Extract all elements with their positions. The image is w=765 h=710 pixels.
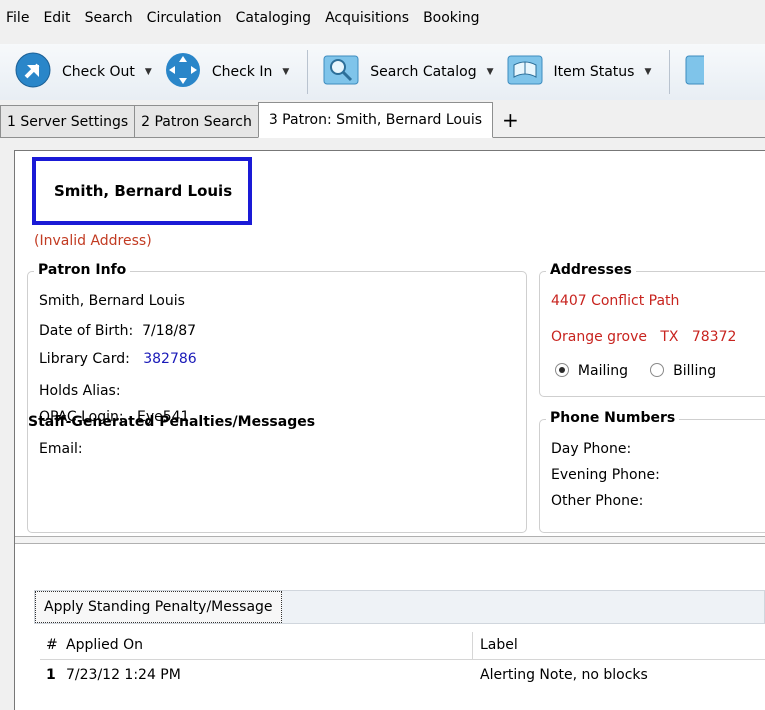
chevron-down-icon[interactable]: ▼ <box>282 67 289 77</box>
search-catalog-button[interactable]: Search Catalog ▼ <box>322 53 494 91</box>
tab-patron[interactable]: 3 Patron: Smith, Bernard Louis <box>257 102 493 138</box>
patron-info-group: Patron Info <box>27 262 527 533</box>
email-label: Email: <box>39 441 83 457</box>
patron-display-name: Smith, Bernard Louis <box>54 182 233 200</box>
penalties-grid-header: # Applied On Label <box>40 632 765 660</box>
item-status-button[interactable]: Item Status ▼ <box>506 53 651 91</box>
other-phone-label: Other Phone: <box>551 493 644 509</box>
toolbar-separator <box>307 50 309 94</box>
menu-edit[interactable]: Edit <box>43 10 70 26</box>
search-catalog-label: Search Catalog <box>370 64 477 80</box>
check-out-icon <box>14 51 52 93</box>
billing-label: Billing <box>673 363 717 379</box>
item-status-label: Item Status <box>553 64 635 80</box>
item-status-icon <box>506 53 544 91</box>
patron-full-name: Smith, Bernard Louis <box>39 293 185 309</box>
apply-penalty-button[interactable]: Apply Standing Penalty/Message <box>35 591 282 623</box>
row-label: Alerting Note, no blocks <box>480 667 648 683</box>
col-num-header[interactable]: # <box>46 637 58 653</box>
chevron-down-icon[interactable]: ▼ <box>145 67 152 77</box>
dob-row: Date of Birth: 7/18/87 <box>39 323 196 339</box>
chevron-down-icon[interactable]: ▼ <box>487 67 494 77</box>
mailing-label: Mailing <box>577 363 628 379</box>
address-type-radios: Mailing Billing <box>555 363 716 379</box>
dob-value: 7/18/87 <box>142 323 197 339</box>
col-applied-on-header[interactable]: Applied On <box>66 637 143 653</box>
penalties-title: Staff-Generated Penalties/Messages <box>28 414 316 430</box>
invalid-address-warning: (Invalid Address) <box>34 233 152 249</box>
toolbar-separator <box>669 50 671 94</box>
panel-splitter[interactable] <box>15 536 765 544</box>
toolbar-overflow-icon[interactable] <box>684 53 717 91</box>
toolbar: Check Out ▼ Check In ▼ Search Catalog ▼ <box>0 44 765 100</box>
billing-radio[interactable] <box>650 363 665 377</box>
patron-name-header: Smith, Bernard Louis <box>32 157 252 225</box>
holds-alias-label: Holds Alias: <box>39 383 121 399</box>
day-phone-label: Day Phone: <box>551 441 632 457</box>
menu-booking[interactable]: Booking <box>423 10 480 26</box>
chevron-down-icon[interactable]: ▼ <box>644 67 651 77</box>
tab-patron-search[interactable]: 2 Patron Search <box>134 105 259 137</box>
address-zip: 78372 <box>691 329 737 345</box>
table-row[interactable]: 1 7/23/12 1:24 PM Alerting Note, no bloc… <box>40 662 765 690</box>
address-city-line: Orange grove TX 78372 <box>551 329 736 345</box>
check-in-button[interactable]: Check In ▼ <box>164 51 289 93</box>
library-card-row: Library Card: 382786 <box>39 351 197 367</box>
row-num: 1 <box>46 667 56 683</box>
check-in-label: Check In <box>211 64 273 80</box>
patron-panel: Smith, Bernard Louis (Invalid Address) P… <box>14 150 765 710</box>
tab-server-settings[interactable]: 1 Server Settings <box>0 105 136 137</box>
menu-circulation[interactable]: Circulation <box>147 10 222 26</box>
address-street: 4407 Conflict Path <box>551 293 680 309</box>
dob-label: Date of Birth: <box>39 323 134 339</box>
menu-cataloging[interactable]: Cataloging <box>236 10 311 26</box>
library-card-link[interactable]: 382786 <box>143 351 196 367</box>
penalties-toolbar: Apply Standing Penalty/Message <box>34 590 765 624</box>
address-state: TX <box>660 329 679 345</box>
mailing-radio[interactable] <box>555 363 569 377</box>
addresses-title: Addresses <box>546 262 636 278</box>
patron-info-title: Patron Info <box>34 262 131 278</box>
row-applied-on: 7/23/12 1:24 PM <box>66 667 181 683</box>
check-out-label: Check Out <box>62 64 135 80</box>
add-tab-button[interactable]: + <box>492 103 529 137</box>
phone-numbers-title: Phone Numbers <box>546 410 680 426</box>
menu-search[interactable]: Search <box>85 10 133 26</box>
menu-file[interactable]: File <box>6 10 29 26</box>
col-label-header[interactable]: Label <box>480 637 518 653</box>
menu-bar: File Edit Search Circulation Cataloging … <box>0 0 765 36</box>
tab-bar: 1 Server Settings 2 Patron Search 3 Patr… <box>0 100 765 138</box>
evening-phone-label: Evening Phone: <box>551 467 660 483</box>
check-in-icon <box>164 51 202 93</box>
search-catalog-icon <box>322 53 360 91</box>
column-divider[interactable] <box>472 632 473 660</box>
menu-acquisitions[interactable]: Acquisitions <box>325 10 409 26</box>
check-out-button[interactable]: Check Out ▼ <box>14 51 152 93</box>
address-city: Orange grove <box>551 329 647 345</box>
library-card-label: Library Card: <box>39 351 130 367</box>
